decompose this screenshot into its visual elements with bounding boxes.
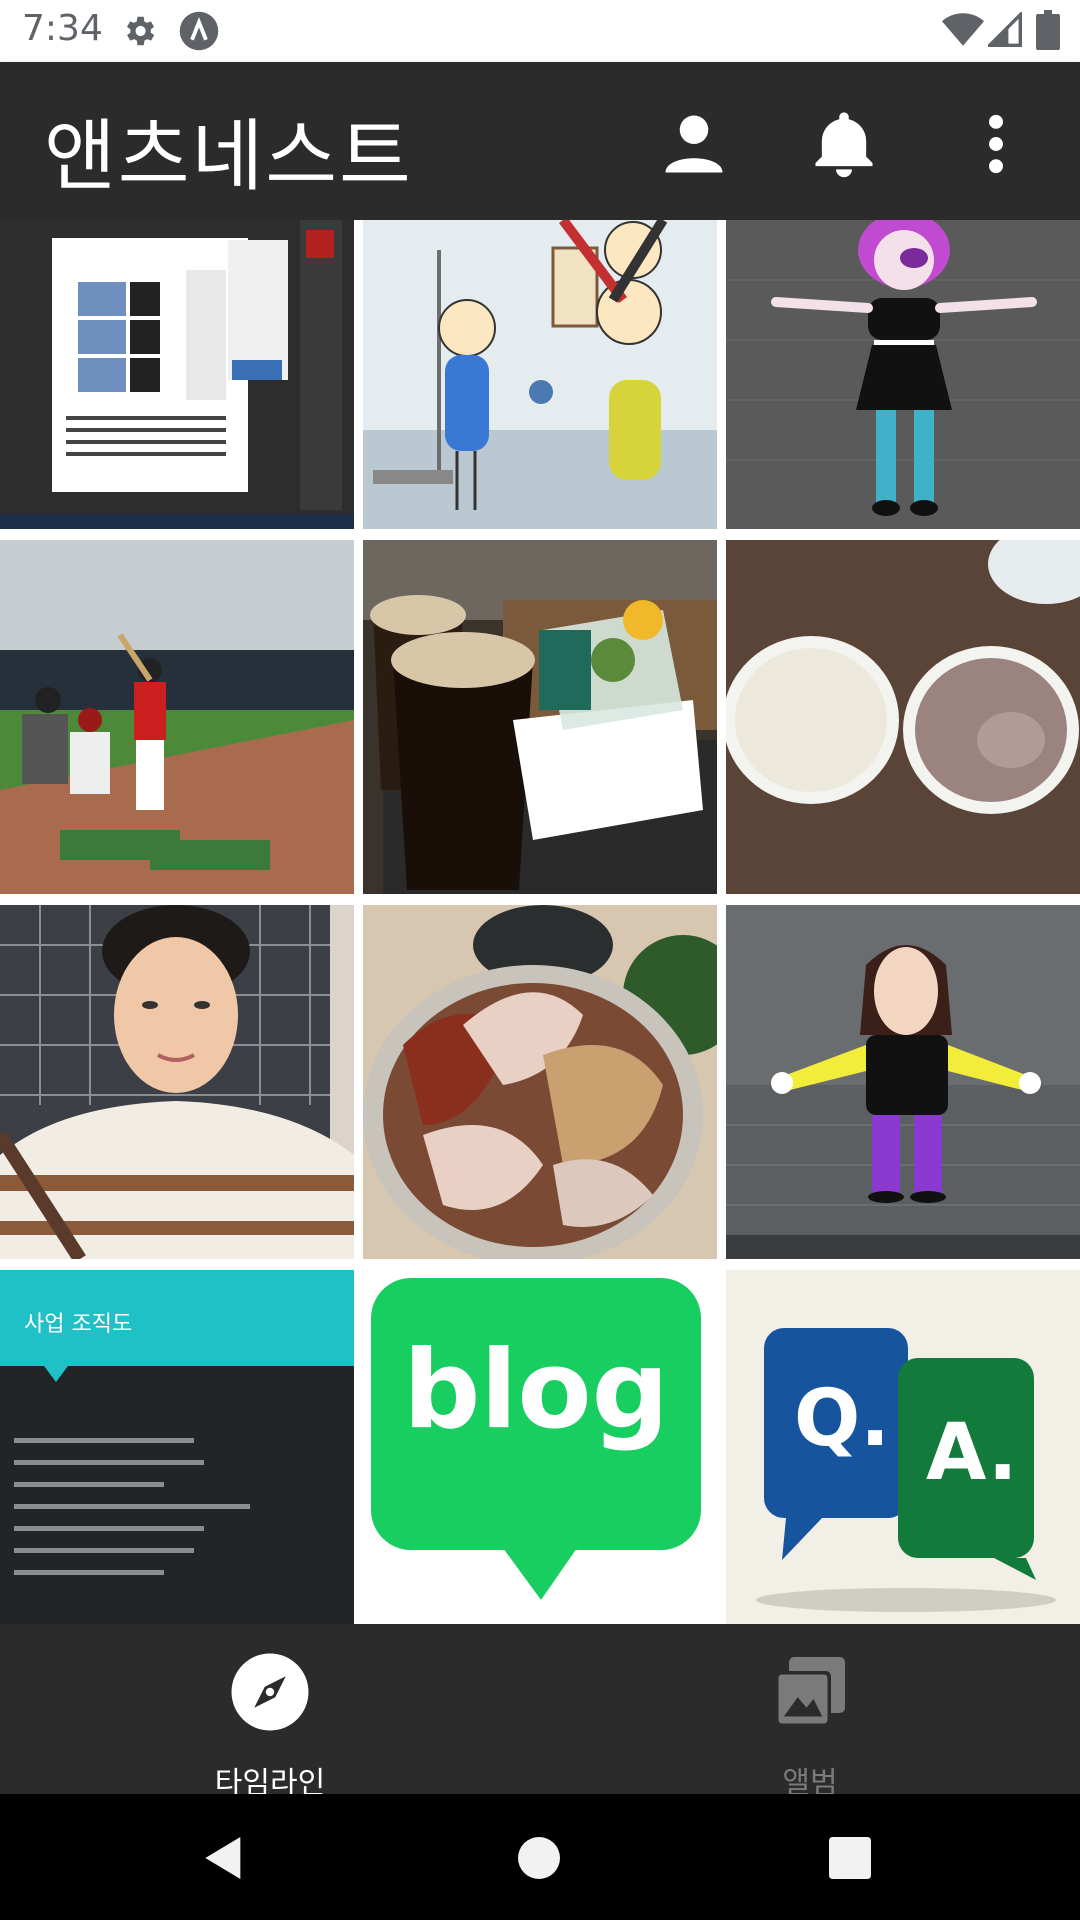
more-vert-icon [989, 114, 1003, 174]
photo-grid: 사업 조직도 blog Q. A. [0, 220, 1080, 1624]
cartoon-image [363, 220, 717, 529]
photo-screenshot-editor[interactable] [0, 220, 354, 529]
nav-timeline[interactable]: 타임라인 [0, 1624, 540, 1801]
photo-yogurt-cups[interactable] [726, 540, 1080, 894]
coffee-image [363, 540, 717, 894]
photo-iced-coffee-salad[interactable] [363, 540, 717, 894]
photo-pork-dish[interactable] [363, 905, 717, 1259]
character-image [726, 220, 1080, 529]
photo-3d-character-yellow-shirt[interactable] [726, 905, 1080, 1259]
photo-baseball-game[interactable] [0, 540, 354, 894]
photo-qa-logo[interactable]: Q. A. [726, 1270, 1080, 1624]
compass-icon [231, 1653, 309, 1731]
bottom-navigation: 타임라인 앨범 [0, 1624, 1080, 1801]
album-icon [775, 1657, 845, 1727]
status-bar: 7:34 [0, 0, 1080, 62]
blog-logo-text: blog [403, 1328, 669, 1453]
slide-heading: 사업 조직도 [24, 1312, 133, 1337]
notifications-button[interactable] [806, 106, 882, 182]
photo-3d-character-purple-hair[interactable] [726, 220, 1080, 529]
photo-blog-logo[interactable]: blog [363, 1270, 717, 1624]
screenshot-image [0, 220, 354, 529]
photo-org-chart-slide[interactable]: 사업 조직도 [0, 1270, 354, 1624]
qa-q-text: Q. [794, 1374, 890, 1464]
signal-icon [988, 12, 1022, 47]
home-icon[interactable] [511, 1830, 567, 1886]
more-options-button[interactable] [958, 106, 1034, 182]
battery-icon [1036, 10, 1060, 50]
profile-icon [665, 115, 723, 173]
character2-image [726, 905, 1080, 1259]
selfie-image [0, 905, 354, 1259]
back-icon[interactable] [196, 1830, 252, 1886]
qa-image [726, 1270, 1080, 1624]
bell-icon [815, 112, 873, 178]
app-notification-icon [179, 11, 219, 51]
status-time: 7:34 [22, 8, 103, 49]
app-title: 앤츠네스트 [44, 112, 413, 202]
recents-icon[interactable] [822, 1830, 878, 1886]
photo-cartoon-treadmill[interactable] [363, 220, 717, 529]
system-navigation-bar [0, 1794, 1080, 1920]
app-bar: 앤츠네스트 [0, 62, 1080, 220]
pork-image [363, 905, 717, 1259]
qa-a-text: A. [926, 1408, 1018, 1498]
profile-button[interactable] [656, 106, 732, 182]
baseball-image [0, 540, 354, 894]
gear-icon [126, 16, 155, 46]
wifi-icon [942, 13, 984, 46]
yogurt-image [726, 540, 1080, 894]
nav-album[interactable]: 앨범 [540, 1624, 1080, 1801]
photo-selfie-man[interactable] [0, 905, 354, 1259]
